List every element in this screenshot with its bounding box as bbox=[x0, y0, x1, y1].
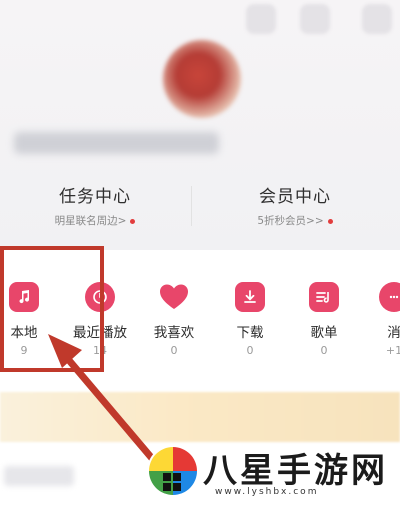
watermark-url: www.lyshbx.com bbox=[215, 487, 319, 497]
annotation-arrow bbox=[48, 334, 176, 486]
watermark-text: 八星手游网 bbox=[203, 451, 388, 491]
watermark: 八星手游网 www.lyshbx.com bbox=[145, 443, 390, 503]
watermark-logo-icon bbox=[147, 445, 199, 497]
